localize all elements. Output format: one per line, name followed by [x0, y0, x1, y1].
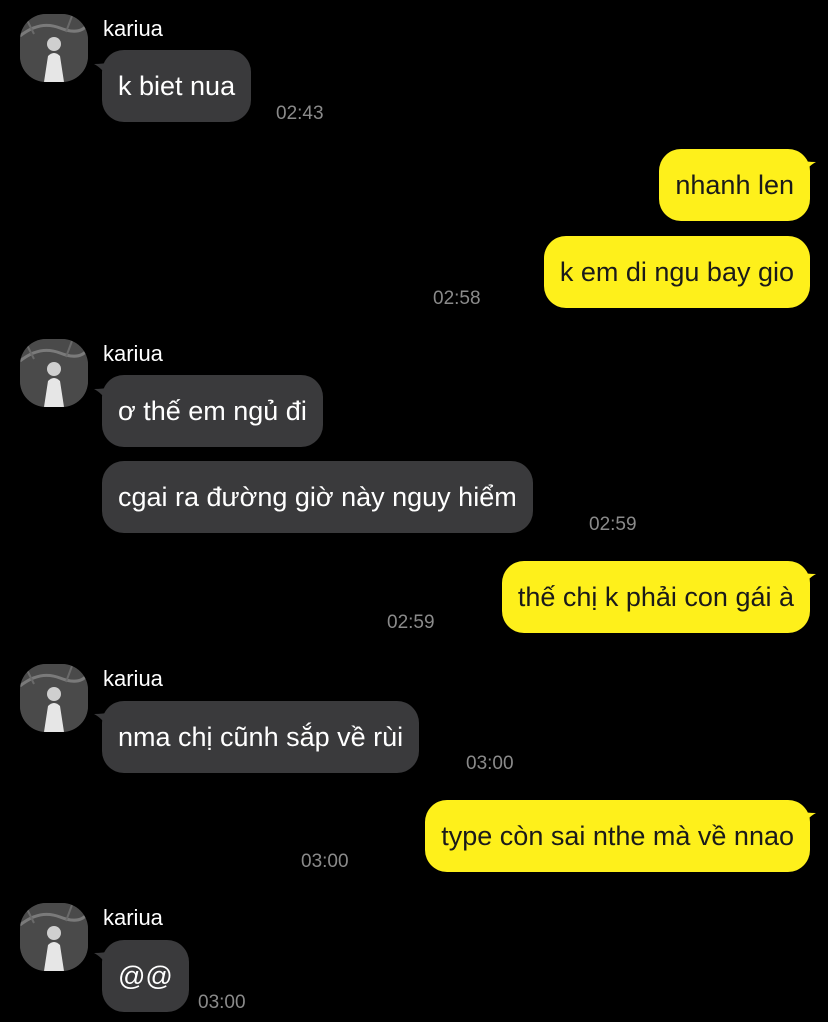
contact-avatar[interactable] — [20, 664, 88, 732]
outgoing-message-bubble[interactable]: k em di ngu bay gio — [543, 236, 810, 308]
message-timestamp: 02:59 — [589, 514, 637, 535]
avatar-photo-icon — [20, 664, 88, 732]
incoming-message-bubble[interactable]: nma chị cũnh sắp về rùi — [102, 701, 420, 773]
message-timestamp: 02:58 — [433, 288, 481, 309]
incoming-message-bubble[interactable]: k biet nua — [102, 50, 252, 122]
avatar-photo-icon — [20, 903, 88, 971]
contact-avatar[interactable] — [20, 14, 88, 82]
message-timestamp: 03:00 — [198, 992, 246, 1013]
outgoing-message-bubble[interactable]: nhanh len — [659, 149, 810, 221]
message-timestamp: 03:00 — [466, 753, 514, 774]
outgoing-message-bubble[interactable]: type còn sai nthe mà về nnao — [425, 800, 810, 872]
contact-avatar[interactable] — [20, 903, 88, 971]
incoming-message-bubble[interactable]: @@ — [102, 940, 189, 1012]
sender-name: kariua — [103, 666, 163, 691]
incoming-message-bubble[interactable]: cgai ra đường giờ này nguy hiểm — [102, 461, 533, 533]
avatar-photo-icon — [20, 339, 88, 407]
message-timestamp: 02:59 — [387, 612, 435, 633]
sender-name: kariua — [103, 16, 163, 41]
contact-avatar[interactable] — [20, 339, 88, 407]
message-timestamp: 02:43 — [276, 103, 324, 124]
incoming-message-bubble[interactable]: ơ thế em ngủ đi — [102, 375, 323, 447]
sender-name: kariua — [103, 905, 163, 930]
avatar-photo-icon — [20, 14, 88, 82]
outgoing-message-bubble[interactable]: thế chị k phải con gái à — [501, 561, 810, 633]
message-timestamp: 03:00 — [301, 851, 349, 872]
sender-name: kariua — [103, 341, 163, 366]
